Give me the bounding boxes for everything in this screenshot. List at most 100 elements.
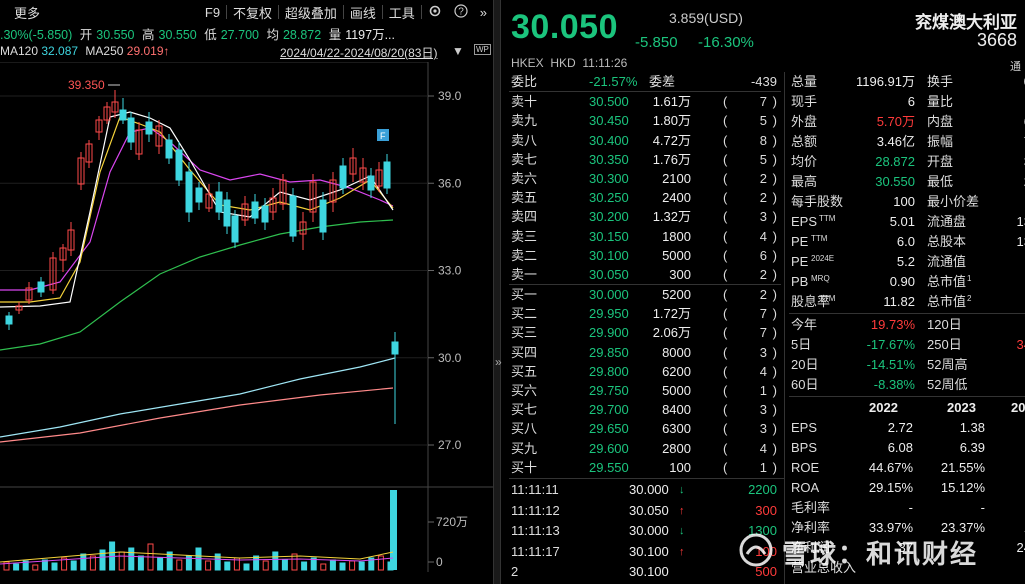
vol-label: 量 bbox=[328, 28, 342, 42]
level-count: 2 bbox=[759, 266, 767, 282]
stat-label-2: 最小价差 bbox=[927, 194, 980, 209]
draw-line-button[interactable]: 画线 bbox=[344, 3, 382, 22]
currency: HKD bbox=[550, 56, 576, 70]
stat-row: 60日 -8.38% 52周低 bbox=[789, 375, 1025, 395]
level-count-close: ) bbox=[772, 421, 777, 437]
ma-line-cyan bbox=[0, 357, 396, 438]
ask-row[interactable]: 卖一 30.050 300 (2) bbox=[509, 265, 781, 284]
weibi-label: 委比 bbox=[511, 74, 538, 89]
level-volume: 8000 bbox=[662, 344, 691, 360]
level-count-open: ( bbox=[723, 228, 728, 244]
stat-value-2: 34 bbox=[1016, 337, 1025, 352]
stat-label-2: 120日 bbox=[927, 317, 962, 332]
date-range[interactable]: 2024/04/22-2024/08/20(83日) bbox=[280, 44, 437, 61]
level-count-close: ) bbox=[772, 266, 777, 282]
bid-row[interactable]: 买十 29.550 100 (1) bbox=[509, 458, 781, 477]
volume-bar bbox=[320, 563, 327, 571]
help-icon[interactable]: ? bbox=[448, 3, 474, 21]
fin-label: 毛利率 bbox=[791, 500, 831, 515]
stat-label-2-suffix: 1 bbox=[967, 274, 972, 283]
level-count-close: ) bbox=[772, 94, 777, 110]
level-label: 卖四 bbox=[511, 209, 538, 225]
dropdown-icon[interactable]: ▼ bbox=[452, 44, 464, 58]
ma-line-green bbox=[0, 219, 394, 351]
level-price: 29.550 bbox=[589, 459, 629, 475]
level-count: 4 bbox=[759, 440, 767, 456]
bid-row[interactable]: 买五 29.800 6200 (4) bbox=[509, 362, 781, 381]
chevron-right-icon[interactable]: » bbox=[474, 5, 493, 20]
fin-header: 2022 2023 20 bbox=[789, 398, 1025, 418]
wp-icon[interactable]: WP bbox=[474, 44, 491, 55]
stat-value: -14.51% bbox=[866, 357, 915, 372]
open-label: 开 bbox=[79, 28, 93, 42]
high-value: 30.550 bbox=[158, 28, 197, 42]
gear-icon[interactable] bbox=[422, 4, 448, 21]
tools-button[interactable]: 工具 bbox=[383, 3, 421, 22]
quote-summary: .30%(-5.850) 开 30.550 高 30.550 低 27.700 均 28… bbox=[0, 24, 493, 42]
weibi-value: -21.57% bbox=[589, 74, 638, 89]
overlay-button[interactable]: 超级叠加 bbox=[279, 3, 343, 22]
level-label: 买十 bbox=[511, 459, 538, 475]
bid-row[interactable]: 买二 29.950 1.72万 (7) bbox=[509, 304, 781, 323]
ask-row[interactable]: 卖八 30.400 4.72万 (8) bbox=[509, 131, 781, 150]
ask-row[interactable]: 卖七 30.350 1.76万 (5) bbox=[509, 150, 781, 169]
tick-time: 11:11:13 bbox=[511, 523, 560, 538]
level-count: 2 bbox=[759, 190, 767, 206]
ask-row[interactable]: 卖十 30.500 1.61万 (7) bbox=[509, 92, 781, 111]
bid-row[interactable]: 买三 29.900 2.06万 (7) bbox=[509, 323, 781, 342]
level-count-close: ) bbox=[772, 151, 777, 167]
tick-time: 11:11:12 bbox=[511, 502, 560, 518]
level-count: 3 bbox=[759, 402, 767, 418]
ask-row[interactable]: 卖四 30.200 1.32万 (3) bbox=[509, 207, 781, 226]
level-count: 8 bbox=[759, 132, 767, 148]
f9-button[interactable]: F9 bbox=[199, 5, 226, 20]
level-count-close: ) bbox=[772, 132, 777, 148]
bid-row[interactable]: 买一 30.000 5200 (2) bbox=[509, 285, 781, 304]
volume-bar bbox=[128, 547, 135, 571]
level-count: 4 bbox=[759, 228, 767, 244]
watermark-text: 雪球：和讯财经 bbox=[782, 539, 979, 569]
level-label: 买一 bbox=[511, 287, 538, 303]
volume-bar bbox=[224, 561, 231, 571]
level-label: 卖九 bbox=[511, 113, 538, 129]
stat-label: 外盘 bbox=[791, 114, 818, 129]
stat-value: 5.70万 bbox=[876, 114, 915, 129]
volume-bar bbox=[51, 562, 58, 571]
level-count: 6 bbox=[759, 247, 767, 263]
stat-row: 最高30.550最低2 bbox=[789, 172, 1025, 192]
level-volume: 8400 bbox=[662, 402, 691, 418]
open-value: 30.550 bbox=[96, 28, 135, 42]
chart-panel: 更多 F9 不复权 超级叠加 画线 工具 ? » .30%(-5.850) 开3… bbox=[0, 0, 493, 584]
level-count: 5 bbox=[759, 113, 767, 129]
ask-row[interactable]: 卖六 30.300 2100 (2) bbox=[509, 169, 781, 188]
quote-panel: 30.050 3.859(USD) -5.850 -16.30% 兖煤澳大利亚 … bbox=[501, 0, 1025, 584]
ask-row[interactable]: 卖九 30.450 1.80万 (5) bbox=[509, 111, 781, 130]
panel-divider[interactable] bbox=[493, 0, 501, 584]
bid-row[interactable]: 买八 29.650 6300 (3) bbox=[509, 419, 781, 438]
bid-row[interactable]: 买四 29.850 8000 (3) bbox=[509, 343, 781, 362]
last-price: 30.050 bbox=[511, 8, 618, 46]
ask-row[interactable]: 卖二 30.100 5000 (6) bbox=[509, 246, 781, 265]
adjust-button[interactable]: 不复权 bbox=[227, 3, 278, 22]
bid-row[interactable]: 买六 29.750 5000 (1) bbox=[509, 381, 781, 400]
volume-bar bbox=[205, 560, 212, 571]
ask-row[interactable]: 卖五 30.250 2400 (2) bbox=[509, 188, 781, 207]
bid-row[interactable]: 买九 29.600 2800 (4) bbox=[509, 439, 781, 458]
level-label: 卖十 bbox=[511, 94, 538, 110]
kline-chart[interactable]: 39.350 F 39.0 36.0 33.0 30.0 27.0 720万 0 bbox=[0, 62, 493, 584]
stat-label-2: 总市值 bbox=[927, 294, 967, 309]
level-count-close: ) bbox=[772, 325, 777, 341]
tick-price: 30.100 bbox=[629, 543, 669, 559]
ask-row[interactable]: 卖三 30.150 1800 (4) bbox=[509, 227, 781, 246]
volume-bar bbox=[157, 557, 164, 571]
volume-bar bbox=[281, 559, 288, 571]
level-label: 买二 bbox=[511, 306, 538, 322]
bid-row[interactable]: 买七 29.700 8400 (3) bbox=[509, 400, 781, 419]
level-volume: 6200 bbox=[662, 363, 691, 379]
level-count-open: ( bbox=[723, 440, 728, 456]
price-change: -5.850 bbox=[635, 34, 678, 51]
more-button[interactable]: 更多 bbox=[0, 3, 46, 22]
level-count-open: ( bbox=[723, 325, 728, 341]
ma-line-yellow bbox=[0, 116, 394, 303]
level-count-close: ) bbox=[772, 287, 777, 303]
